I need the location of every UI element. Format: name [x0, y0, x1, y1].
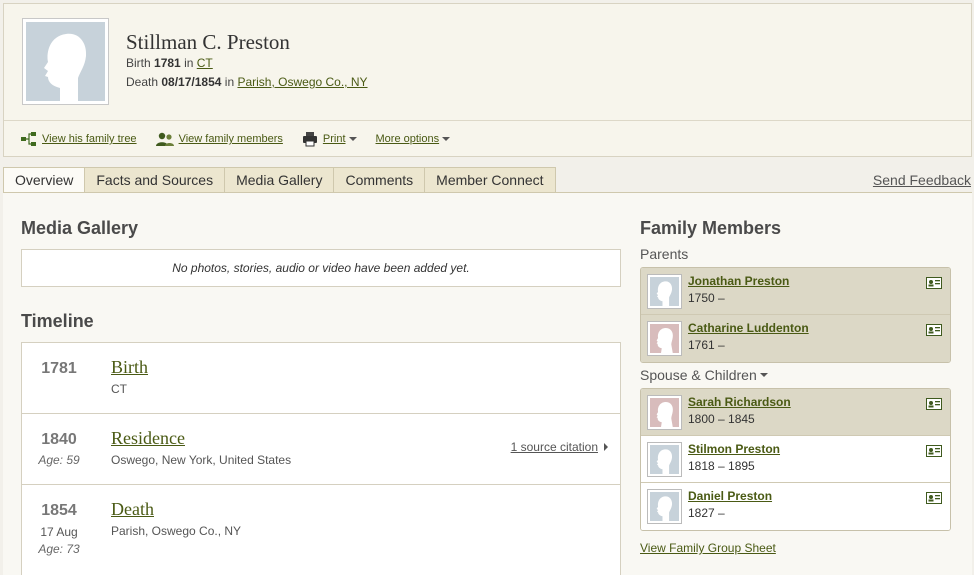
- birth-year: 1781: [154, 56, 181, 70]
- people-icon: [155, 132, 174, 146]
- event-title-link[interactable]: Death: [111, 499, 154, 520]
- event-age: Age: 59: [38, 453, 80, 467]
- chevron-down-icon: [442, 137, 451, 141]
- female-silhouette-icon: [656, 402, 673, 427]
- overview-panel: Media Gallery No photos, stories, audio …: [3, 192, 972, 575]
- more-options-menu[interactable]: More options: [376, 133, 451, 145]
- avatar: [647, 395, 682, 430]
- member-dates: 1818 – 1895: [688, 459, 755, 473]
- event-place: Parish, Oswego Co., NY: [111, 524, 242, 538]
- print-label: Print: [322, 133, 346, 145]
- timeline-list: 1781 Birth CT 1840 Age: 59 Residence Osw…: [21, 342, 621, 575]
- birth-in: in: [184, 56, 194, 70]
- death-place-link[interactable]: Parish, Oswego Co., NY: [237, 75, 367, 89]
- person-header: Stillman C. Preston Birth 1781 in CT Dea…: [3, 3, 972, 157]
- person-name: Stillman C. Preston: [126, 30, 290, 54]
- send-feedback-link[interactable]: Send Feedback: [873, 172, 971, 188]
- media-gallery-empty: No photos, stories, audio or video have …: [21, 249, 621, 287]
- family-member-row[interactable]: Sarah Richardson 1800 – 1845: [641, 389, 950, 436]
- female-silhouette-icon: [656, 328, 673, 353]
- event-age: Age: 73: [38, 542, 80, 556]
- view-family-members-label: View family members: [178, 133, 283, 145]
- event-place: CT: [111, 382, 127, 396]
- member-name-link[interactable]: Sarah Richardson: [688, 395, 791, 409]
- parents-list: Jonathan Preston 1750 – Catharine Ludden…: [640, 267, 951, 363]
- death-in: in: [224, 75, 235, 89]
- event-year: 1840: [41, 431, 77, 448]
- spouse-children-list: Sarah Richardson 1800 – 1845 Stilmon Pre…: [640, 388, 951, 531]
- event-date: 17 Aug: [40, 525, 78, 539]
- male-silhouette-icon: [656, 449, 673, 474]
- family-tree-icon: [21, 132, 36, 146]
- member-dates: 1750 –: [688, 291, 725, 305]
- timeline-event-residence: 1840 Age: 59 Residence Oswego, New York,…: [22, 414, 620, 485]
- tab-comments[interactable]: Comments: [334, 167, 426, 193]
- header-divider: [4, 120, 971, 121]
- tab-media-gallery[interactable]: Media Gallery: [225, 167, 335, 193]
- profile-card-icon[interactable]: [926, 398, 942, 410]
- action-bar: View his family tree View family members…: [21, 131, 469, 147]
- family-member-row[interactable]: Catharine Luddenton 1761 –: [641, 315, 950, 362]
- death-summary: Death 08/17/1854 in Parish, Oswego Co., …: [126, 75, 368, 89]
- print-menu[interactable]: Print: [302, 131, 357, 147]
- profile-card-icon[interactable]: [926, 277, 942, 289]
- tab-overview[interactable]: Overview: [3, 167, 86, 193]
- member-name-link[interactable]: Jonathan Preston: [688, 274, 789, 288]
- male-silhouette-icon: [656, 281, 673, 306]
- event-year: 1854: [41, 502, 77, 519]
- chevron-right-icon: [604, 443, 608, 451]
- event-year: 1781: [41, 360, 77, 377]
- birth-label: Birth: [126, 56, 151, 70]
- avatar: [647, 274, 682, 309]
- view-family-group-sheet-link[interactable]: View Family Group Sheet: [640, 541, 776, 555]
- chevron-down-icon: [759, 373, 768, 377]
- spouse-children-menu[interactable]: Spouse & Children: [640, 367, 768, 383]
- family-members-heading: Family Members: [640, 218, 782, 238]
- death-label: Death: [126, 75, 159, 89]
- avatar: [647, 442, 682, 477]
- view-family-members-link[interactable]: View family members: [155, 131, 283, 147]
- avatar: [647, 321, 682, 356]
- timeline-event-birth: 1781 Birth CT: [22, 343, 620, 414]
- view-family-tree-label: View his family tree: [42, 133, 137, 145]
- profile-card-icon[interactable]: [926, 324, 942, 336]
- media-gallery-heading: Media Gallery: [21, 218, 139, 238]
- birth-summary: Birth 1781 in CT: [126, 56, 213, 70]
- death-date: 08/17/1854: [161, 75, 222, 89]
- member-name-link[interactable]: Daniel Preston: [688, 489, 772, 503]
- family-member-row[interactable]: Daniel Preston 1827 –: [641, 483, 950, 530]
- profile-photo[interactable]: [22, 18, 109, 105]
- birth-place-link[interactable]: CT: [197, 56, 213, 70]
- source-citation-label: 1 source citation: [510, 440, 598, 454]
- source-citation-link[interactable]: 1 source citation: [511, 440, 608, 454]
- member-dates: 1800 – 1845: [688, 412, 755, 426]
- male-silhouette-icon: [656, 496, 673, 521]
- member-name-link[interactable]: Catharine Luddenton: [688, 321, 809, 335]
- timeline-event-death: 1854 17 Aug Age: 73 Death Parish, Oswego…: [22, 485, 620, 575]
- tab-facts-and-sources[interactable]: Facts and Sources: [85, 167, 226, 193]
- avatar: [647, 489, 682, 524]
- profile-card-icon[interactable]: [926, 445, 942, 457]
- tab-member-connect[interactable]: Member Connect: [425, 167, 556, 193]
- male-silhouette-icon: [44, 33, 87, 101]
- member-dates: 1761 –: [688, 338, 725, 352]
- view-family-tree-link[interactable]: View his family tree: [21, 131, 137, 147]
- event-title-link[interactable]: Birth: [111, 357, 148, 378]
- event-place: Oswego, New York, United States: [111, 453, 292, 467]
- family-member-row[interactable]: Stilmon Preston 1818 – 1895: [641, 436, 950, 483]
- profile-card-icon[interactable]: [926, 492, 942, 504]
- family-member-row[interactable]: Jonathan Preston 1750 –: [641, 268, 950, 315]
- spouse-children-label: Spouse & Children: [640, 367, 757, 383]
- chevron-down-icon: [348, 137, 357, 141]
- more-options-label: More options: [375, 133, 440, 145]
- event-title-link[interactable]: Residence: [111, 428, 185, 449]
- parents-label: Parents: [640, 246, 689, 262]
- member-name-link[interactable]: Stilmon Preston: [688, 442, 780, 456]
- printer-icon: [302, 132, 317, 147]
- profile-tabs: Overview Facts and Sources Media Gallery…: [3, 167, 556, 193]
- member-dates: 1827 –: [688, 506, 725, 520]
- timeline-heading: Timeline: [21, 311, 94, 331]
